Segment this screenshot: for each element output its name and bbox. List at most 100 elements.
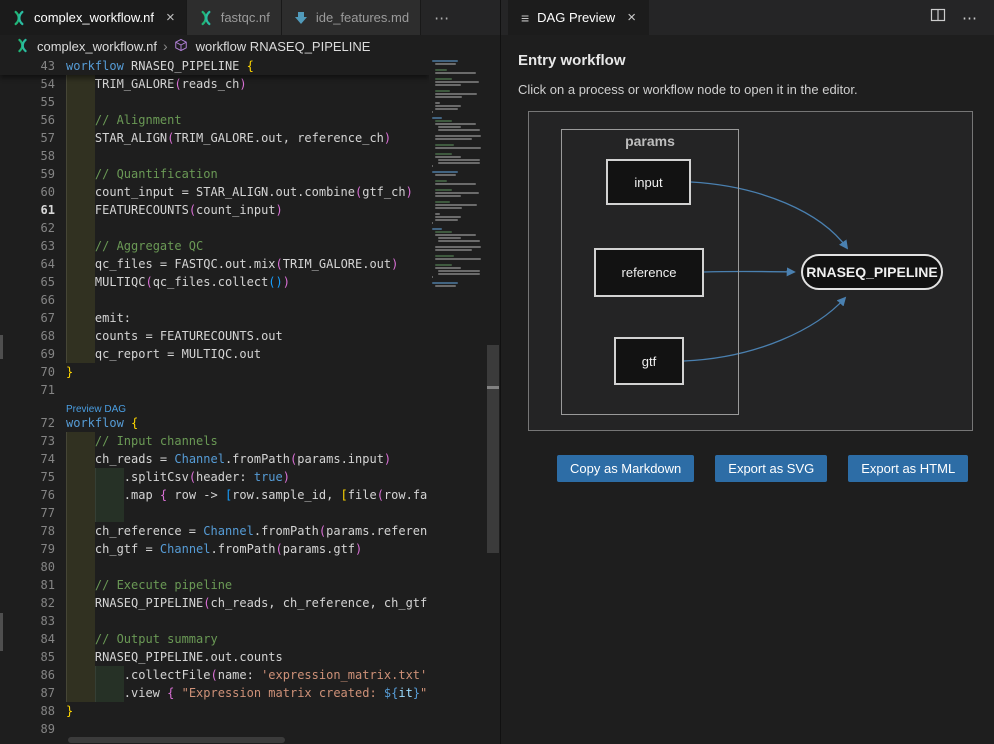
tab-dag-preview[interactable]: ≡ DAG Preview × [508, 0, 649, 35]
line-number[interactable]: 43 [0, 57, 66, 75]
code-line[interactable]: 57STAR_ALIGN(TRIM_GALORE.out, reference_… [0, 129, 500, 147]
line-number[interactable]: 65 [0, 273, 66, 291]
code-line[interactable]: 66 [0, 291, 500, 309]
codelens-preview-dag-link[interactable]: Preview DAG [66, 404, 126, 414]
code-line[interactable]: 62 [0, 219, 500, 237]
code-line[interactable]: 88} [0, 702, 500, 720]
line-number[interactable]: 68 [0, 327, 66, 345]
split-editor-icon[interactable] [930, 7, 946, 28]
line-number[interactable]: 70 [0, 363, 66, 381]
code-line[interactable]: 67emit: [0, 309, 500, 327]
scrollbar-thumb[interactable] [487, 345, 499, 553]
code-line[interactable]: 85RNASEQ_PIPELINE.out.counts [0, 648, 500, 666]
dag-node-reference[interactable]: reference [594, 248, 704, 297]
panel-more-icon[interactable]: ⋯ [962, 9, 978, 27]
code-line[interactable]: 80 [0, 558, 500, 576]
code-line[interactable]: 81// Execute pipeline [0, 576, 500, 594]
line-number[interactable]: 61 [0, 201, 66, 219]
line-number[interactable]: 54 [0, 75, 66, 93]
code-line[interactable]: 58 [0, 147, 500, 165]
line-number[interactable]: 88 [0, 702, 66, 720]
code-line[interactable]: 65MULTIQC(qc_files.collect()) [0, 273, 500, 291]
code-line[interactable]: 75.splitCsv(header: true) [0, 468, 500, 486]
line-number[interactable]: 86 [0, 666, 66, 684]
line-number[interactable]: 80 [0, 558, 66, 576]
dag-node-input[interactable]: input [606, 159, 691, 205]
code-line[interactable]: 71 [0, 381, 500, 399]
code-line[interactable]: 64qc_files = FASTQC.out.mix(TRIM_GALORE.… [0, 255, 500, 273]
code-line[interactable]: 76.map { row -> [row.sample_id, [file(ro… [0, 486, 500, 504]
code-line[interactable]: 84// Output summary [0, 630, 500, 648]
code-line[interactable]: 43workflow RNASEQ_PIPELINE { [0, 57, 429, 75]
line-number[interactable]: 67 [0, 309, 66, 327]
code-line[interactable]: 83 [0, 612, 500, 630]
tab-complex-workflow[interactable]: complex_workflow.nf × [0, 0, 187, 35]
line-number[interactable]: 84 [0, 630, 66, 648]
code-line[interactable]: 56// Alignment [0, 111, 500, 129]
tab-close-icon[interactable]: × [166, 9, 175, 26]
panel-close-icon[interactable]: × [627, 9, 636, 26]
line-number[interactable]: 87 [0, 684, 66, 702]
line-number[interactable]: 82 [0, 594, 66, 612]
tab-ide-features[interactable]: ide_features.md [282, 0, 421, 35]
code-token: ( [189, 203, 196, 217]
sticky-scroll[interactable]: 43workflow RNASEQ_PIPELINE { [0, 57, 429, 75]
line-number[interactable]: 60 [0, 183, 66, 201]
code-line[interactable]: 70} [0, 363, 500, 381]
line-number[interactable]: 79 [0, 540, 66, 558]
breadcrumb-symbol[interactable]: workflow RNASEQ_PIPELINE [196, 39, 371, 54]
code-line[interactable]: 54TRIM_GALORE(reads_ch) [0, 75, 500, 93]
code-line[interactable]: 55 [0, 93, 500, 111]
line-number[interactable]: 85 [0, 648, 66, 666]
tab-fastqc[interactable]: fastqc.nf [187, 0, 282, 35]
minimap[interactable] [429, 57, 486, 744]
horizontal-scrollbar[interactable] [68, 737, 285, 743]
line-number[interactable]: 77 [0, 504, 66, 522]
line-number[interactable]: 74 [0, 450, 66, 468]
code-line[interactable]: 63// Aggregate QC [0, 237, 500, 255]
line-number[interactable]: 83 [0, 612, 66, 630]
code-editor[interactable]: 43workflow RNASEQ_PIPELINE { 54TRIM_GALO… [0, 57, 500, 744]
dag-node-gtf[interactable]: gtf [614, 337, 684, 385]
line-number[interactable]: 71 [0, 381, 66, 399]
code-line[interactable]: 59// Quantification [0, 165, 500, 183]
line-number[interactable]: 78 [0, 522, 66, 540]
code-line[interactable]: 72workflow { [0, 414, 500, 432]
code-line[interactable]: 78ch_reference = Channel.fromPath(params… [0, 522, 500, 540]
more-tabs-button[interactable]: ⋯ [421, 0, 463, 35]
code-line[interactable]: 69qc_report = MULTIQC.out [0, 345, 500, 363]
code-line[interactable]: 73// Input channels [0, 432, 500, 450]
line-number[interactable]: 59 [0, 165, 66, 183]
code-line[interactable]: 86.collectFile(name: 'expression_matrix.… [0, 666, 500, 684]
dag-node-rnaseq-pipeline[interactable]: RNASEQ_PIPELINE [801, 254, 943, 290]
line-number[interactable]: 55 [0, 93, 66, 111]
line-number[interactable]: 76 [0, 486, 66, 504]
line-number[interactable]: 57 [0, 129, 66, 147]
code-line[interactable]: 82RNASEQ_PIPELINE(ch_reads, ch_reference… [0, 594, 500, 612]
line-number[interactable]: 56 [0, 111, 66, 129]
code-line[interactable]: 74ch_reads = Channel.fromPath(params.inp… [0, 450, 500, 468]
export-as-html-button[interactable]: Export as HTML [848, 455, 968, 482]
line-number[interactable]: 69 [0, 345, 66, 363]
code-line[interactable]: 77 [0, 504, 500, 522]
copy-as-markdown-button[interactable]: Copy as Markdown [557, 455, 694, 482]
line-number[interactable]: 64 [0, 255, 66, 273]
code-line[interactable]: 61FEATURECOUNTS(count_input) [0, 201, 500, 219]
line-number[interactable]: 81 [0, 576, 66, 594]
export-as-svg-button[interactable]: Export as SVG [715, 455, 827, 482]
breadcrumb-file[interactable]: complex_workflow.nf [37, 39, 157, 54]
line-number[interactable]: 62 [0, 219, 66, 237]
line-number[interactable]: 89 [0, 720, 66, 738]
line-number[interactable]: 75 [0, 468, 66, 486]
code-line[interactable]: 87.view { "Expression matrix created: ${… [0, 684, 500, 702]
vertical-scrollbar[interactable] [486, 57, 500, 744]
line-number[interactable]: 72 [0, 414, 66, 432]
line-number[interactable]: 63 [0, 237, 66, 255]
line-number[interactable]: 73 [0, 432, 66, 450]
code-line[interactable]: 89 [0, 720, 500, 738]
code-line[interactable]: 79ch_gtf = Channel.fromPath(params.gtf) [0, 540, 500, 558]
line-number[interactable]: 58 [0, 147, 66, 165]
code-line[interactable]: 60count_input = STAR_ALIGN.out.combine(g… [0, 183, 500, 201]
code-line[interactable]: 68counts = FEATURECOUNTS.out [0, 327, 500, 345]
line-number[interactable]: 66 [0, 291, 66, 309]
